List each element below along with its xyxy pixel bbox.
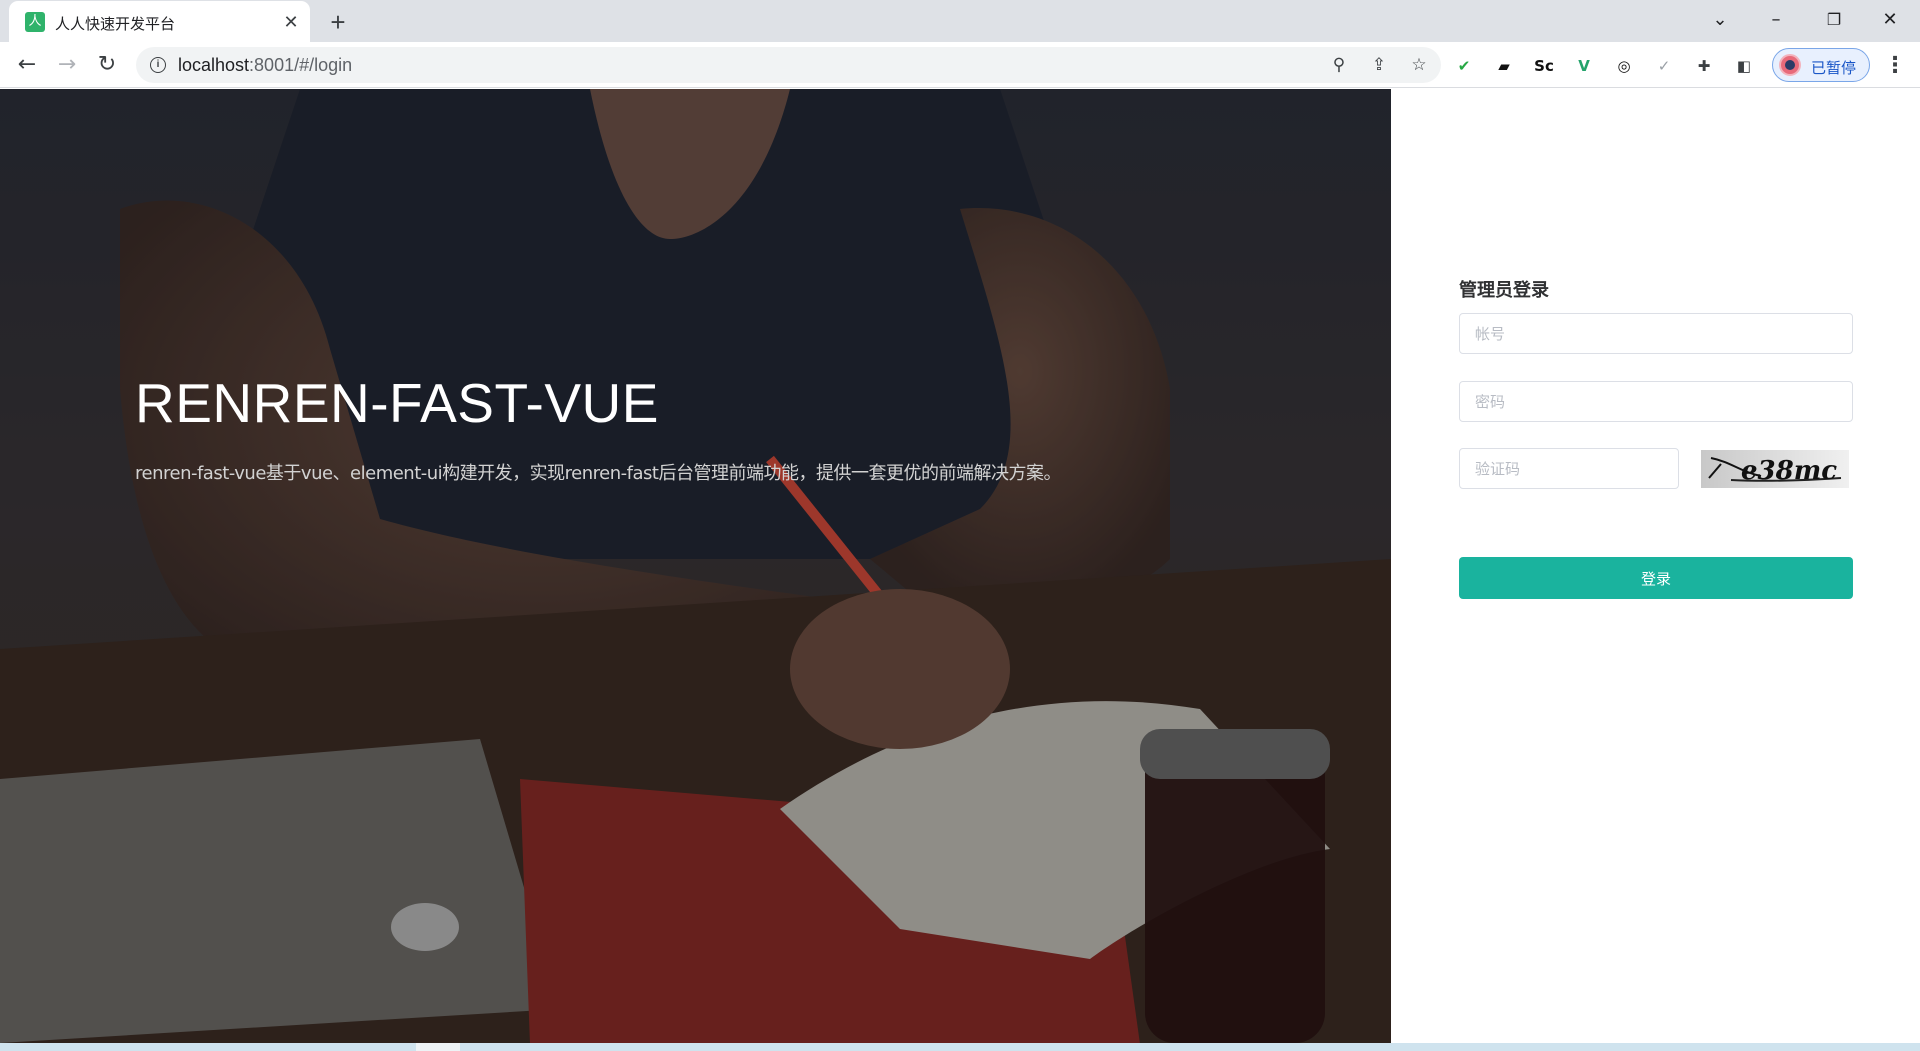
tab-strip: 人 人人快速开发平台 ✕ + ⌄ – ❐ ✕ (0, 0, 1920, 42)
hero-title: RENREN-FAST-VUE (135, 372, 659, 434)
dark-reader-icon[interactable]: ▰ (1492, 54, 1516, 78)
zoom-icon[interactable]: ⚲ (1326, 53, 1352, 77)
profile-button[interactable]: 已暂停 (1772, 48, 1870, 82)
browser-toolbar: ← → ↻ i localhost:8001/#/login ⚲ ⇪ ☆ ✔ ▰ S… (0, 42, 1920, 88)
browser-menu-icon[interactable]: ⋮ (1880, 48, 1910, 82)
profile-avatar (1779, 54, 1801, 76)
tab-search-chevron-icon[interactable]: ⌄ (1692, 0, 1748, 40)
captcha-text: e38mc (1741, 456, 1837, 486)
bottom-strip (0, 1043, 1920, 1051)
bottom-strip-tick (416, 1043, 460, 1051)
share-icon[interactable]: ⇪ (1366, 53, 1392, 77)
password-input[interactable] (1459, 381, 1853, 422)
restore-button[interactable]: ❐ (1806, 0, 1862, 40)
profile-status-label: 已暂停 (1811, 59, 1857, 77)
reload-button[interactable]: ↻ (90, 48, 124, 82)
side-panel-icon[interactable]: ◧ (1732, 54, 1756, 78)
hero-background-photo (0, 89, 1391, 1043)
bookmark-star-icon[interactable]: ☆ (1406, 53, 1432, 77)
browser-tab-active[interactable]: 人 人人快速开发平台 ✕ (9, 1, 310, 42)
new-tab-button[interactable]: + (324, 8, 352, 36)
vue-devtools-icon[interactable]: V (1572, 54, 1596, 78)
site-info-icon[interactable]: i (150, 57, 166, 73)
username-input[interactable] (1459, 313, 1853, 354)
minimize-button[interactable]: – (1748, 0, 1804, 40)
check-extension-icon[interactable]: ✓ (1652, 54, 1676, 78)
scraper-icon[interactable]: Sc (1532, 54, 1556, 78)
captcha-input[interactable] (1459, 448, 1679, 489)
close-window-button[interactable]: ✕ (1862, 0, 1918, 40)
link-extension-icon[interactable]: ◎ (1612, 54, 1636, 78)
hero-section: RENREN-FAST-VUE renren-fast-vue基于vue、ele… (0, 89, 1391, 1043)
tab-title: 人人快速开发平台 (55, 15, 176, 33)
url-text[interactable]: localhost:8001/#/login (178, 55, 352, 76)
login-button[interactable]: 登录 (1459, 557, 1853, 599)
captcha-image[interactable]: e38mc (1701, 450, 1849, 488)
adblock-shield-icon[interactable]: ✔ (1452, 54, 1476, 78)
tab-favicon-icon: 人 (25, 12, 45, 32)
page-content: RENREN-FAST-VUE renren-fast-vue基于vue、ele… (0, 89, 1920, 1043)
extensions-puzzle-icon[interactable]: ✚ (1692, 54, 1716, 78)
login-panel: 管理员登录 e38mc 登录 (1391, 89, 1920, 1043)
forward-button[interactable]: → (50, 48, 84, 82)
login-title: 管理员登录 (1459, 280, 1549, 301)
back-button[interactable]: ← (10, 48, 44, 82)
hero-description: renren-fast-vue基于vue、element-ui构建开发，实现re… (135, 463, 1061, 484)
url-path: :8001/#/login (249, 55, 353, 75)
url-host: localhost (178, 55, 250, 75)
tab-close-icon[interactable]: ✕ (279, 10, 303, 34)
address-bar[interactable]: i localhost:8001/#/login ⚲ ⇪ ☆ (136, 47, 1441, 83)
